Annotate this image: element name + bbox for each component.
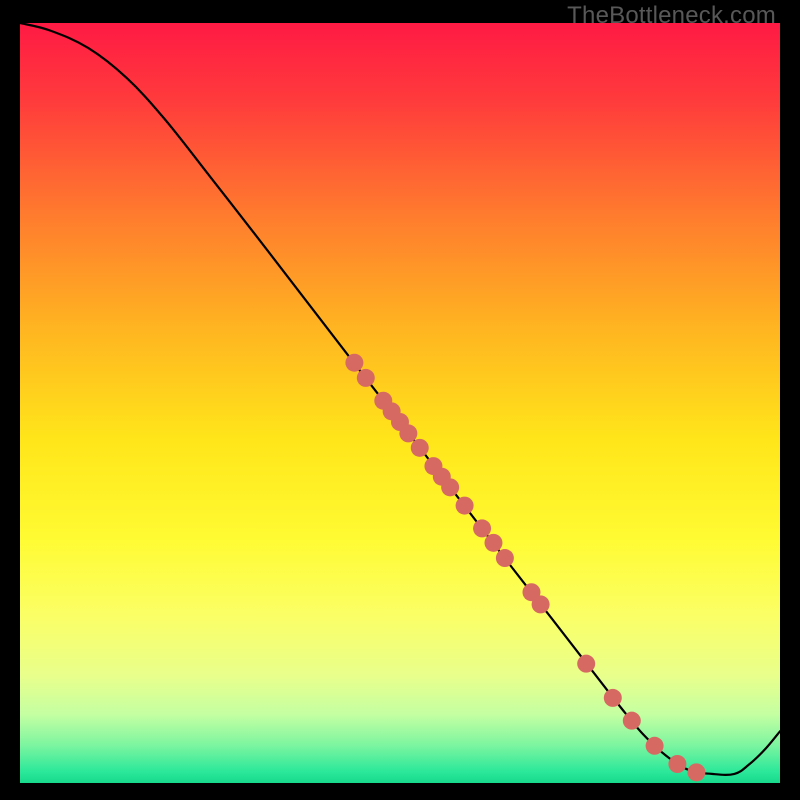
chart-point [623, 712, 641, 730]
chart-point [411, 439, 429, 457]
chart-point [399, 424, 417, 442]
chart-point [532, 595, 550, 613]
chart-frame [20, 23, 780, 783]
chart-point [484, 534, 502, 552]
chart-svg [20, 23, 780, 783]
chart-point [646, 737, 664, 755]
chart-point [441, 478, 459, 496]
chart-point [577, 655, 595, 673]
chart-point [357, 369, 375, 387]
chart-point [687, 763, 705, 781]
chart-point [473, 519, 491, 537]
chart-point [345, 354, 363, 372]
chart-point [604, 689, 622, 707]
chart-point [496, 549, 514, 567]
chart-point [668, 755, 686, 773]
chart-point [456, 497, 474, 515]
chart-background [20, 23, 780, 783]
